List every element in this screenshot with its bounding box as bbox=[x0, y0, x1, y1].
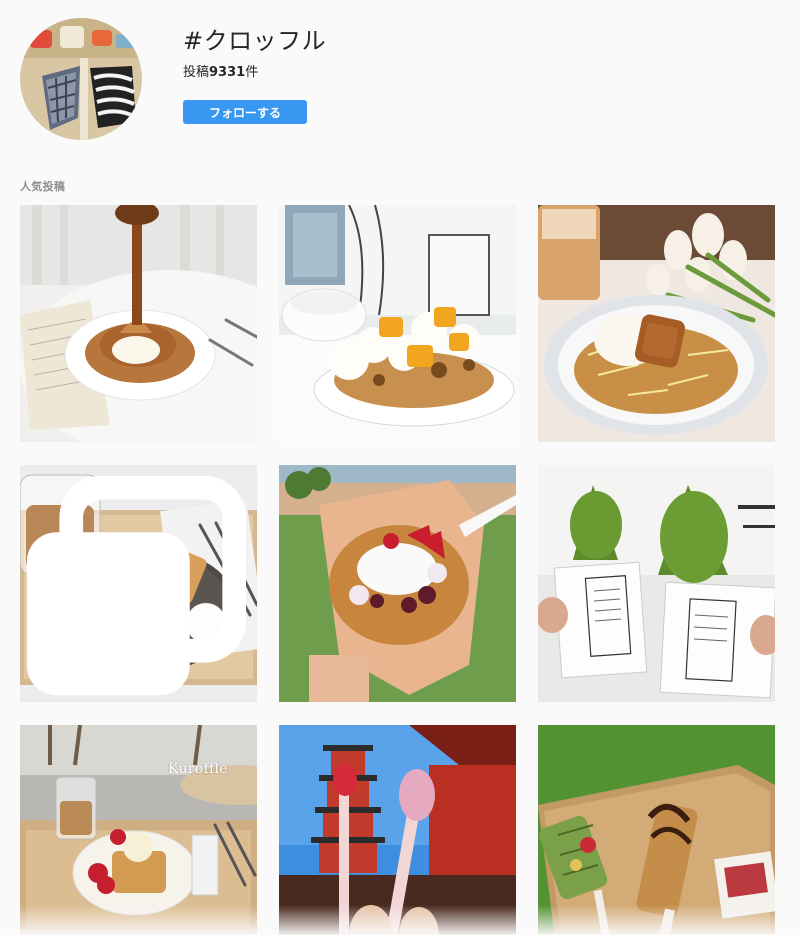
post-count-prefix: 投稿 bbox=[183, 65, 210, 80]
post-photo bbox=[538, 465, 775, 702]
post-tile[interactable] bbox=[20, 205, 257, 442]
hashtag-page: #クロッフル 投稿9331件 フォローする 人気投稿 Kuroffle bbox=[0, 0, 800, 935]
post-photo bbox=[538, 725, 775, 935]
post-tile[interactable] bbox=[538, 725, 775, 935]
post-photo bbox=[538, 205, 775, 442]
post-tile[interactable] bbox=[538, 465, 775, 702]
post-count-number: 9331 bbox=[209, 65, 246, 80]
post-photo bbox=[279, 465, 516, 702]
post-overlay-text: Kuroffle bbox=[168, 761, 228, 777]
post-tile[interactable] bbox=[538, 205, 775, 442]
post-photo bbox=[279, 205, 516, 442]
multiple-photos-icon bbox=[26, 475, 247, 696]
follow-button[interactable]: フォローする bbox=[183, 100, 307, 124]
post-photo bbox=[20, 725, 257, 935]
post-tile[interactable] bbox=[279, 205, 516, 442]
hashtag-avatar-image bbox=[20, 18, 142, 140]
hashtag-info: #クロッフル 投稿9331件 フォローする bbox=[183, 24, 326, 124]
post-tile[interactable] bbox=[20, 465, 257, 702]
post-tile[interactable] bbox=[279, 465, 516, 702]
post-tile[interactable] bbox=[279, 725, 516, 935]
top-posts-label: 人気投稿 bbox=[20, 180, 66, 193]
hashtag-header: #クロッフル 投稿9331件 フォローする bbox=[20, 18, 780, 143]
post-photo bbox=[20, 205, 257, 442]
hashtag-avatar[interactable] bbox=[20, 18, 142, 140]
post-count: 投稿9331件 bbox=[183, 64, 326, 82]
post-tile[interactable]: Kuroffle bbox=[20, 725, 257, 935]
post-grid: Kuroffle bbox=[20, 205, 776, 935]
hashtag-title: #クロッフル bbox=[183, 27, 327, 55]
post-photo bbox=[279, 725, 516, 935]
post-count-suffix: 件 bbox=[245, 65, 259, 80]
